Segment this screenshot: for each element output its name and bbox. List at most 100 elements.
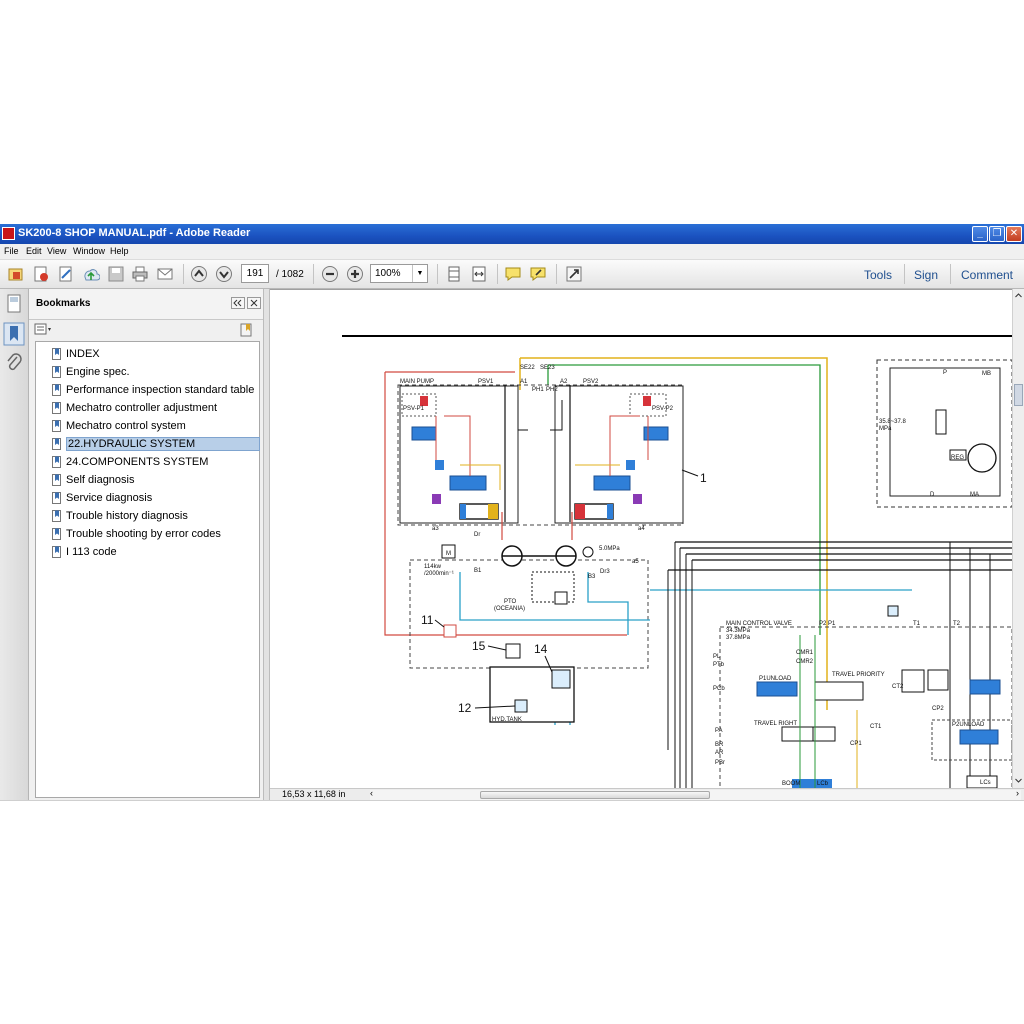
bookmarks-panel-icon[interactable] <box>3 322 25 346</box>
label-ptb: PTb <box>713 662 725 668</box>
highlight-text-icon[interactable] <box>529 265 547 283</box>
label-t2: T2 <box>953 621 961 627</box>
label-pcb: PCb <box>713 686 725 692</box>
open-file-icon[interactable] <box>7 265 25 283</box>
create-pdf-icon[interactable] <box>32 265 50 283</box>
next-page-icon[interactable] <box>215 265 233 283</box>
label-psv-p2: PSV-P2 <box>652 406 674 412</box>
adobe-reader-icon <box>2 227 15 240</box>
toolbar: 191 / 1082 100% ▼ Tools Sign Comment <box>0 260 1024 289</box>
bookmark-label: 22.HYDRAULIC SYSTEM <box>66 437 260 451</box>
menu-edit[interactable]: Edit <box>26 246 42 256</box>
attachments-icon[interactable] <box>3 352 25 376</box>
toolbar-separator <box>497 264 498 284</box>
tools-pane-button[interactable]: Tools <box>864 268 892 282</box>
fit-width-icon[interactable] <box>470 265 488 283</box>
label-mcv-p1: 34.3MPa <box>726 628 751 634</box>
bookmark-item[interactable]: Self diagnosis <box>50 472 258 489</box>
label-rpm: /2000min⁻¹ <box>424 571 454 577</box>
bookmark-item[interactable]: Engine spec. <box>50 364 258 381</box>
label-hyd-tank: HYD.TANK <box>492 717 522 723</box>
label-reg: REG <box>951 455 964 461</box>
bookmark-item[interactable]: Trouble history diagnosis <box>50 508 258 525</box>
options-menu-icon[interactable] <box>34 323 54 336</box>
zoom-in-icon[interactable] <box>346 265 364 283</box>
label-a4: a4 <box>638 526 645 532</box>
bookmark-item[interactable]: 24.COMPONENTS SYSTEM <box>50 454 258 471</box>
bookmark-item[interactable]: Performance inspection standard table <box>50 382 258 399</box>
scroll-down-icon[interactable] <box>1014 776 1023 785</box>
label-pl: PL <box>713 654 721 660</box>
close-button[interactable]: ✕ <box>1006 226 1022 242</box>
panel-splitter[interactable] <box>263 289 270 800</box>
menu-help[interactable]: Help <box>110 246 129 256</box>
chevron-down-icon[interactable]: ▼ <box>412 265 427 282</box>
sticky-note-icon[interactable] <box>504 265 522 283</box>
toolbar-separator <box>950 264 951 284</box>
bookmark-item[interactable]: INDEX <box>50 346 258 363</box>
label-travel-right: TRAVEL RIGHT <box>754 721 797 727</box>
bookmark-item[interactable]: 22.HYDRAULIC SYSTEM <box>50 436 260 453</box>
vertical-scrollbar[interactable] <box>1012 289 1024 788</box>
label-p1: P1 <box>828 621 836 627</box>
bookmark-label: I 113 code <box>66 546 117 558</box>
vertical-scroll-thumb[interactable] <box>1014 384 1023 406</box>
save-icon[interactable] <box>107 265 125 283</box>
email-icon[interactable] <box>156 265 174 283</box>
bookmark-icon <box>52 456 61 468</box>
bookmark-item[interactable]: Trouble shooting by error codes <box>50 526 258 543</box>
bookmarks-panel: Bookmarks INDEX Engine spec. Performance i… <box>29 289 263 800</box>
bookmark-label: Trouble history diagnosis <box>66 510 188 522</box>
minimize-button[interactable]: _ <box>972 226 988 242</box>
bookmark-item[interactable]: Mechatro controller adjustment <box>50 400 258 417</box>
horizontal-scroll-thumb[interactable] <box>480 791 710 799</box>
label-se22: SE22 <box>520 365 535 371</box>
scroll-left-icon[interactable]: ‹ <box>370 788 373 798</box>
bookmark-item[interactable]: Mechatro control system <box>50 418 258 435</box>
comment-pane-button[interactable]: Comment <box>961 268 1013 282</box>
bookmark-item[interactable]: I 113 code <box>50 544 258 561</box>
label-boom: BOOM <box>782 781 800 787</box>
label-ph2: PH2 <box>546 387 558 393</box>
page-thumbnails-icon[interactable] <box>3 292 25 316</box>
label-pto: PTO <box>504 599 517 605</box>
sign-pane-button[interactable]: Sign <box>914 268 938 282</box>
close-panel-icon[interactable] <box>247 297 261 309</box>
title-bar: SK200-8 SHOP MANUAL.pdf - Adobe Reader _… <box>0 224 1024 244</box>
fit-page-icon[interactable] <box>445 265 463 283</box>
label-ct1: CT1 <box>870 724 882 730</box>
horizontal-scrollbar[interactable]: ‹ › <box>370 788 1021 800</box>
bookmark-label: Self diagnosis <box>66 474 135 486</box>
edit-document-icon[interactable] <box>57 265 75 283</box>
bookmarks-title: Bookmarks <box>36 298 91 309</box>
new-bookmark-icon[interactable] <box>239 322 255 337</box>
label-aux-unit: MPa <box>879 426 892 432</box>
collapse-panel-icon[interactable] <box>231 297 245 309</box>
bookmark-icon <box>52 348 61 360</box>
bookmark-icon <box>52 528 61 540</box>
menu-view[interactable]: View <box>47 246 66 256</box>
label-p1unload: P1UNLOAD <box>759 676 792 682</box>
scroll-right-icon[interactable]: › <box>1016 788 1019 798</box>
print-icon[interactable] <box>131 265 149 283</box>
document-view[interactable]: MAIN PUMP PSV1 PSV2 PSV-P1 PSV-P2 SE22 S… <box>270 289 1012 789</box>
zoom-select[interactable]: 100% ▼ <box>370 264 428 283</box>
bookmarks-header: Bookmarks <box>29 289 263 320</box>
bookmark-item[interactable]: Service diagnosis <box>50 490 258 507</box>
menu-window[interactable]: Window <box>73 246 105 256</box>
label-mb: MB <box>982 371 991 377</box>
scroll-up-icon[interactable] <box>1014 291 1023 300</box>
label-ar: AR <box>715 750 724 756</box>
adobe-reader-window: SK200-8 SHOP MANUAL.pdf - Adobe Reader _… <box>0 224 1024 801</box>
restore-button[interactable]: ❐ <box>989 226 1005 242</box>
bookmark-icon <box>52 366 61 378</box>
zoom-out-icon[interactable] <box>321 265 339 283</box>
expand-icon[interactable] <box>565 265 583 283</box>
menu-file[interactable]: File <box>4 246 19 256</box>
label-a3: a3 <box>432 526 439 532</box>
upload-icon[interactable] <box>82 265 100 283</box>
page-number-input[interactable]: 191 <box>241 264 269 283</box>
menu-bar: File Edit View Window Help <box>0 244 1024 260</box>
bookmark-icon <box>52 384 61 396</box>
previous-page-icon[interactable] <box>190 265 208 283</box>
